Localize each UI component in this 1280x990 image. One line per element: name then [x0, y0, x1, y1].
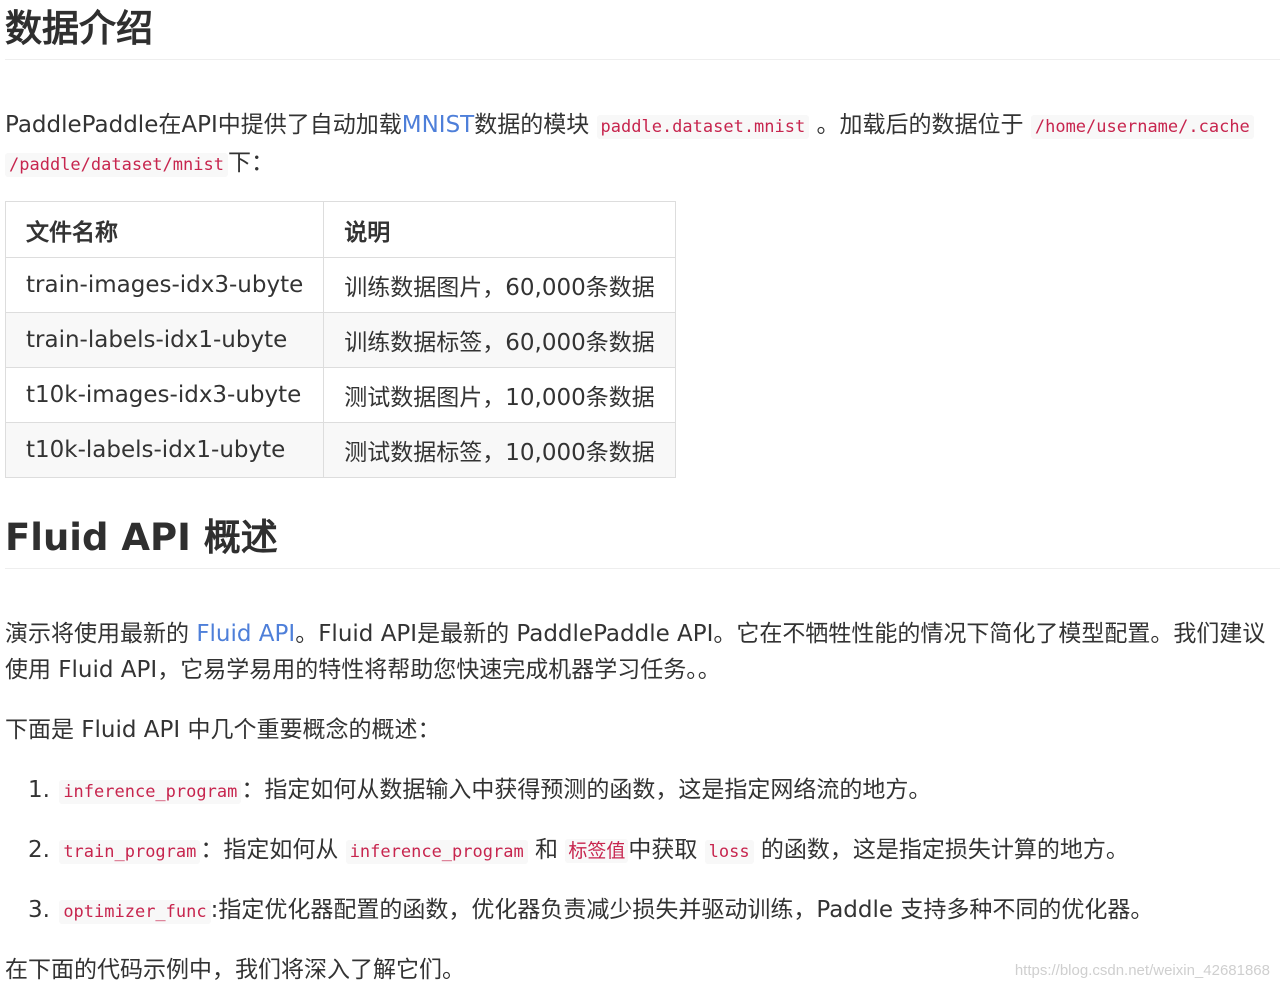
section-title-data-intro: 数据介绍	[5, 7, 153, 50]
list-text: :指定优化器配置的函数，优化器负责减少损失并驱动训练，Paddle 支持多种不同…	[210, 897, 1154, 923]
list-number: 1.	[28, 777, 50, 803]
inline-code: /paddle/dataset/mnist	[5, 153, 228, 177]
table-cell: t10k-labels-idx1-ubyte	[4, 422, 325, 478]
mnist-files-table: 文件名称 说明 train-images-idx3-ubyte 训练数据图片，6…	[4, 201, 676, 478]
intro-text: 数据的模块	[474, 112, 590, 138]
heading-divider	[5, 59, 1280, 60]
table-cell: t10k-images-idx3-ubyte	[4, 367, 325, 423]
table-header-cell: 说明	[323, 201, 676, 258]
table-row: t10k-labels-idx1-ubyte 测试数据标签，10,000条数据	[4, 422, 676, 478]
concepts-intro: 下面是 Fluid API 中几个重要概念的概述：	[5, 717, 441, 743]
table-cell: 测试数据标签，10,000条数据	[323, 422, 676, 478]
list-number: 2.	[28, 837, 50, 863]
section-title-fluid-api: Fluid API 概述	[5, 516, 278, 559]
fluid-intro-paragraph: 演示将使用最新的 Fluid API。Fluid API是最新的 PaddleP…	[5, 616, 1265, 688]
list-number: 3.	[28, 897, 50, 923]
inline-code: inference_program	[345, 840, 528, 864]
document-page: 数据介绍 PaddlePaddle在API中提供了自动加载MNIST数据的模块 …	[0, 0, 1280, 990]
inline-code: optimizer_func	[59, 900, 211, 924]
inline-code: /home/username/.cache	[1030, 115, 1254, 139]
fluid-text: 使用 Fluid API，它易学易用的特性将帮助您快速完成机器学习任务。。	[5, 657, 721, 683]
closing-paragraph: 在下面的代码示例中，我们将深入了解它们。	[5, 957, 465, 983]
mnist-link[interactable]: MNIST	[402, 112, 474, 138]
intro-text: PaddlePaddle在API中提供了自动加载	[5, 112, 402, 138]
inline-code: inference_program	[59, 780, 242, 804]
table-row: train-images-idx3-ubyte 训练数据图片，60,000条数据	[4, 257, 676, 313]
list-item: 2. train_program ：指定如何从 inference_program…	[28, 832, 1153, 892]
list-item: 1. inference_program ：指定如何从数据输入中获得预测的函数，这…	[28, 772, 1153, 832]
list-text: 和	[535, 837, 558, 863]
inline-code: train_program	[59, 840, 201, 864]
inline-code: loss	[704, 840, 754, 864]
table-cell: 训练数据标签，60,000条数据	[323, 312, 676, 368]
heading-divider	[5, 568, 1280, 569]
list-text: 的函数，这是指定损失计算的地方。	[760, 837, 1129, 863]
label-value-tag: 标签值	[565, 839, 629, 863]
table-header-cell: 文件名称	[4, 201, 325, 258]
concepts-list: 1. inference_program ：指定如何从数据输入中获得预测的函数，这…	[28, 772, 1153, 952]
table-header-row: 文件名称 说明	[4, 201, 676, 258]
intro-text: 。加载后的数据位于	[816, 112, 1024, 138]
list-item: 3. optimizer_func:指定优化器配置的函数，优化器负责减少损失并驱…	[28, 892, 1153, 952]
list-text: 中获取	[628, 837, 698, 863]
inline-code: paddle.dataset.mnist	[596, 115, 810, 139]
fluid-text: 。Fluid API是最新的 PaddlePaddle API。它在不牺牲性能的…	[295, 621, 1266, 647]
table-cell: 训练数据图片，60,000条数据	[323, 257, 676, 313]
fluid-api-link[interactable]: Fluid API	[196, 621, 295, 647]
intro-text: 下：	[227, 150, 274, 176]
table-cell: train-labels-idx1-ubyte	[4, 312, 325, 368]
intro-paragraph: PaddlePaddle在API中提供了自动加载MNIST数据的模块 paddl…	[5, 107, 1254, 183]
watermark: https://blog.csdn.net/weixin_42681868	[1014, 962, 1270, 979]
list-text: ：指定如何从	[200, 837, 339, 863]
table-row: train-labels-idx1-ubyte 训练数据标签，60,000条数据	[4, 312, 676, 368]
table-row: t10k-images-idx3-ubyte 测试数据图片，10,000条数据	[4, 367, 676, 423]
fluid-text: 演示将使用最新的	[5, 621, 197, 647]
table-cell: 测试数据图片，10,000条数据	[323, 367, 676, 423]
table-cell: train-images-idx3-ubyte	[4, 257, 325, 313]
list-text: ：指定如何从数据输入中获得预测的函数，这是指定网络流的地方。	[241, 777, 932, 803]
